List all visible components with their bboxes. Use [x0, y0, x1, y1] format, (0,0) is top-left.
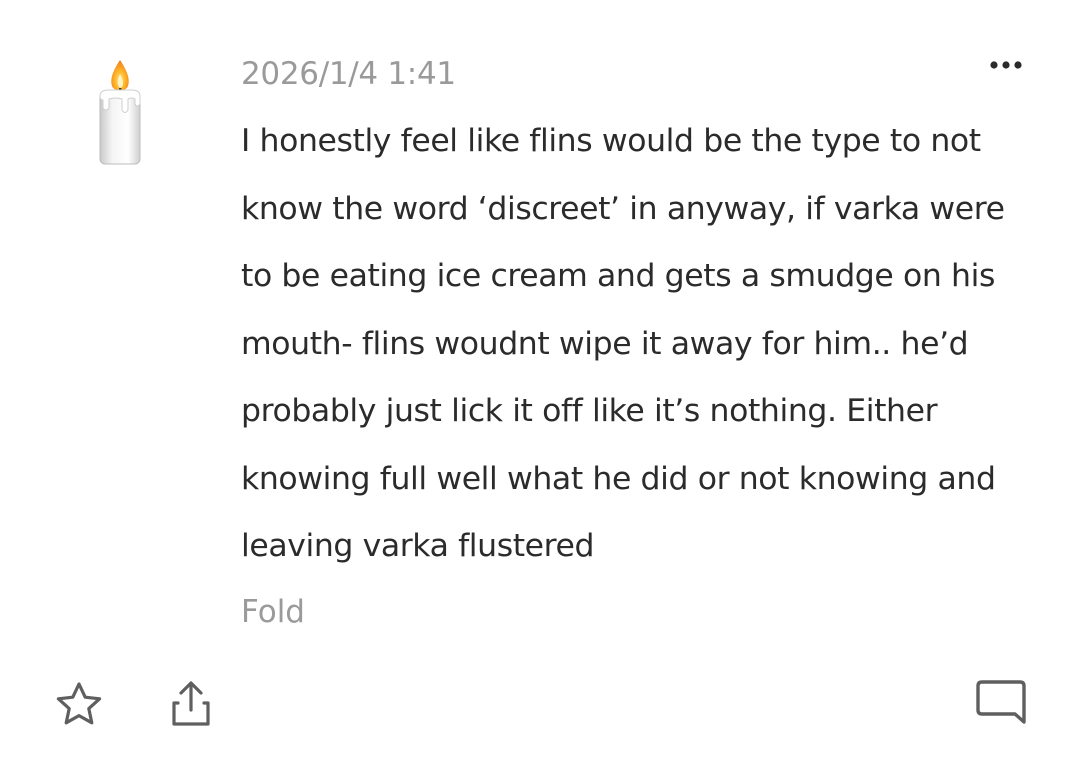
- comment-card: 2026/1/4 1:41 I honestly feel like flins…: [0, 0, 1080, 768]
- reply-comment-button[interactable]: [972, 676, 1030, 730]
- more-options-button[interactable]: [982, 50, 1032, 80]
- share-button[interactable]: [166, 678, 216, 730]
- favorite-button[interactable]: [52, 680, 106, 730]
- comment-icon: [976, 680, 1026, 724]
- comment-body-text: I honestly feel like flins would be the …: [241, 123, 1005, 564]
- comment-timestamp: 2026/1/4 1:41: [241, 56, 456, 92]
- candle-avatar-icon[interactable]: [88, 52, 152, 172]
- share-icon: [172, 681, 210, 726]
- more-options-icon: [990, 61, 1022, 69]
- star-icon: [56, 682, 102, 725]
- fold-link[interactable]: Fold: [241, 594, 305, 630]
